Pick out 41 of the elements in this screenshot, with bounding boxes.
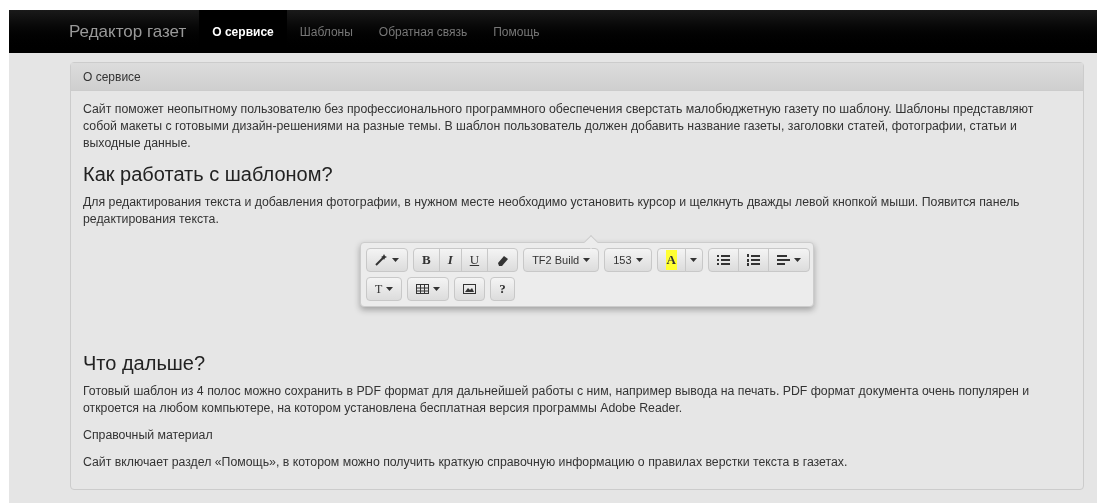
nav-link[interactable]: Помощь — [480, 10, 553, 53]
caret-icon — [392, 258, 399, 262]
section-heading: Как работать с шаблоном? — [83, 162, 334, 186]
caret-icon — [433, 287, 441, 291]
paragraph: Готовый шаблон из 4 полос можно сохранить в PDF формат для дальнейшей работы с ним, например вывода на печать. PDF формат документа очень популярен и откроется на любом компьютере, на котором установлена бесплатная версия программы Adobe Reader. — [83, 383, 1031, 417]
toolbar-button[interactable] — [454, 277, 486, 301]
image-icon — [463, 283, 477, 295]
section-heading: Что дальше? — [83, 351, 207, 375]
paragraph: Справочный материал — [83, 427, 214, 444]
toolbar-button[interactable]: B — [413, 248, 440, 272]
caret-icon — [793, 258, 801, 262]
toolbar-button[interactable]: ? — [490, 277, 515, 301]
nav-link[interactable]: Шаблоны — [286, 10, 366, 53]
caret-icon — [690, 258, 698, 262]
toolbar-button[interactable] — [767, 248, 810, 272]
paragraph: Сайт поможет неопытному пользователю без профессионального программного обеспечения сверстать малобюджетную газету по шаблону. Шаблоны представляют собой макеты с готовыми дизайн-решениями на разные темы. В шаблон пользователь должен добавить название газеты, заголовки статей, фотографии, статьи и выходные данные. — [83, 101, 1035, 152]
magic-wand-icon — [375, 254, 388, 266]
toolbar-button[interactable]: T — [366, 277, 403, 301]
toolbar-button[interactable]: I — [438, 248, 462, 272]
list-icon — [716, 254, 730, 266]
toolbar-button[interactable]: TF2 Build — [523, 248, 600, 272]
eraser-icon — [496, 254, 510, 266]
paragraph: Сайт включает раздел «Помощь», в котором можно получить краткую справочную информацию о правилах верстки текста в газетах. — [83, 454, 849, 471]
toolbar-button[interactable]: 153 — [604, 248, 652, 272]
caret-icon — [386, 287, 394, 291]
table-icon — [416, 283, 430, 295]
paragraph: Для редактирования текста и добавления фотографии, в нужном месте необходимо установить курсор и щелкнуть дважды левой кнопкой мыши. Появится панель редактирования текста. — [83, 194, 1021, 228]
toolbar-button[interactable]: U — [460, 248, 489, 272]
caret-icon — [635, 258, 643, 262]
toolbar-button[interactable] — [407, 277, 450, 301]
panel-title: О сервисе — [83, 68, 141, 86]
nav-link[interactable]: Обратная связь — [365, 10, 481, 53]
toolbar-button[interactable] — [366, 248, 408, 272]
align-left-icon — [776, 254, 790, 266]
brand-title[interactable]: Редактор газет — [69, 18, 187, 45]
numbered-list-icon — [746, 254, 760, 266]
caret-icon — [583, 258, 591, 262]
toolbar-button[interactable]: A — [656, 248, 686, 272]
toolbar-button[interactable] — [487, 248, 519, 272]
toolbar-button[interactable] — [707, 248, 739, 272]
toolbar-button[interactable] — [737, 248, 769, 272]
